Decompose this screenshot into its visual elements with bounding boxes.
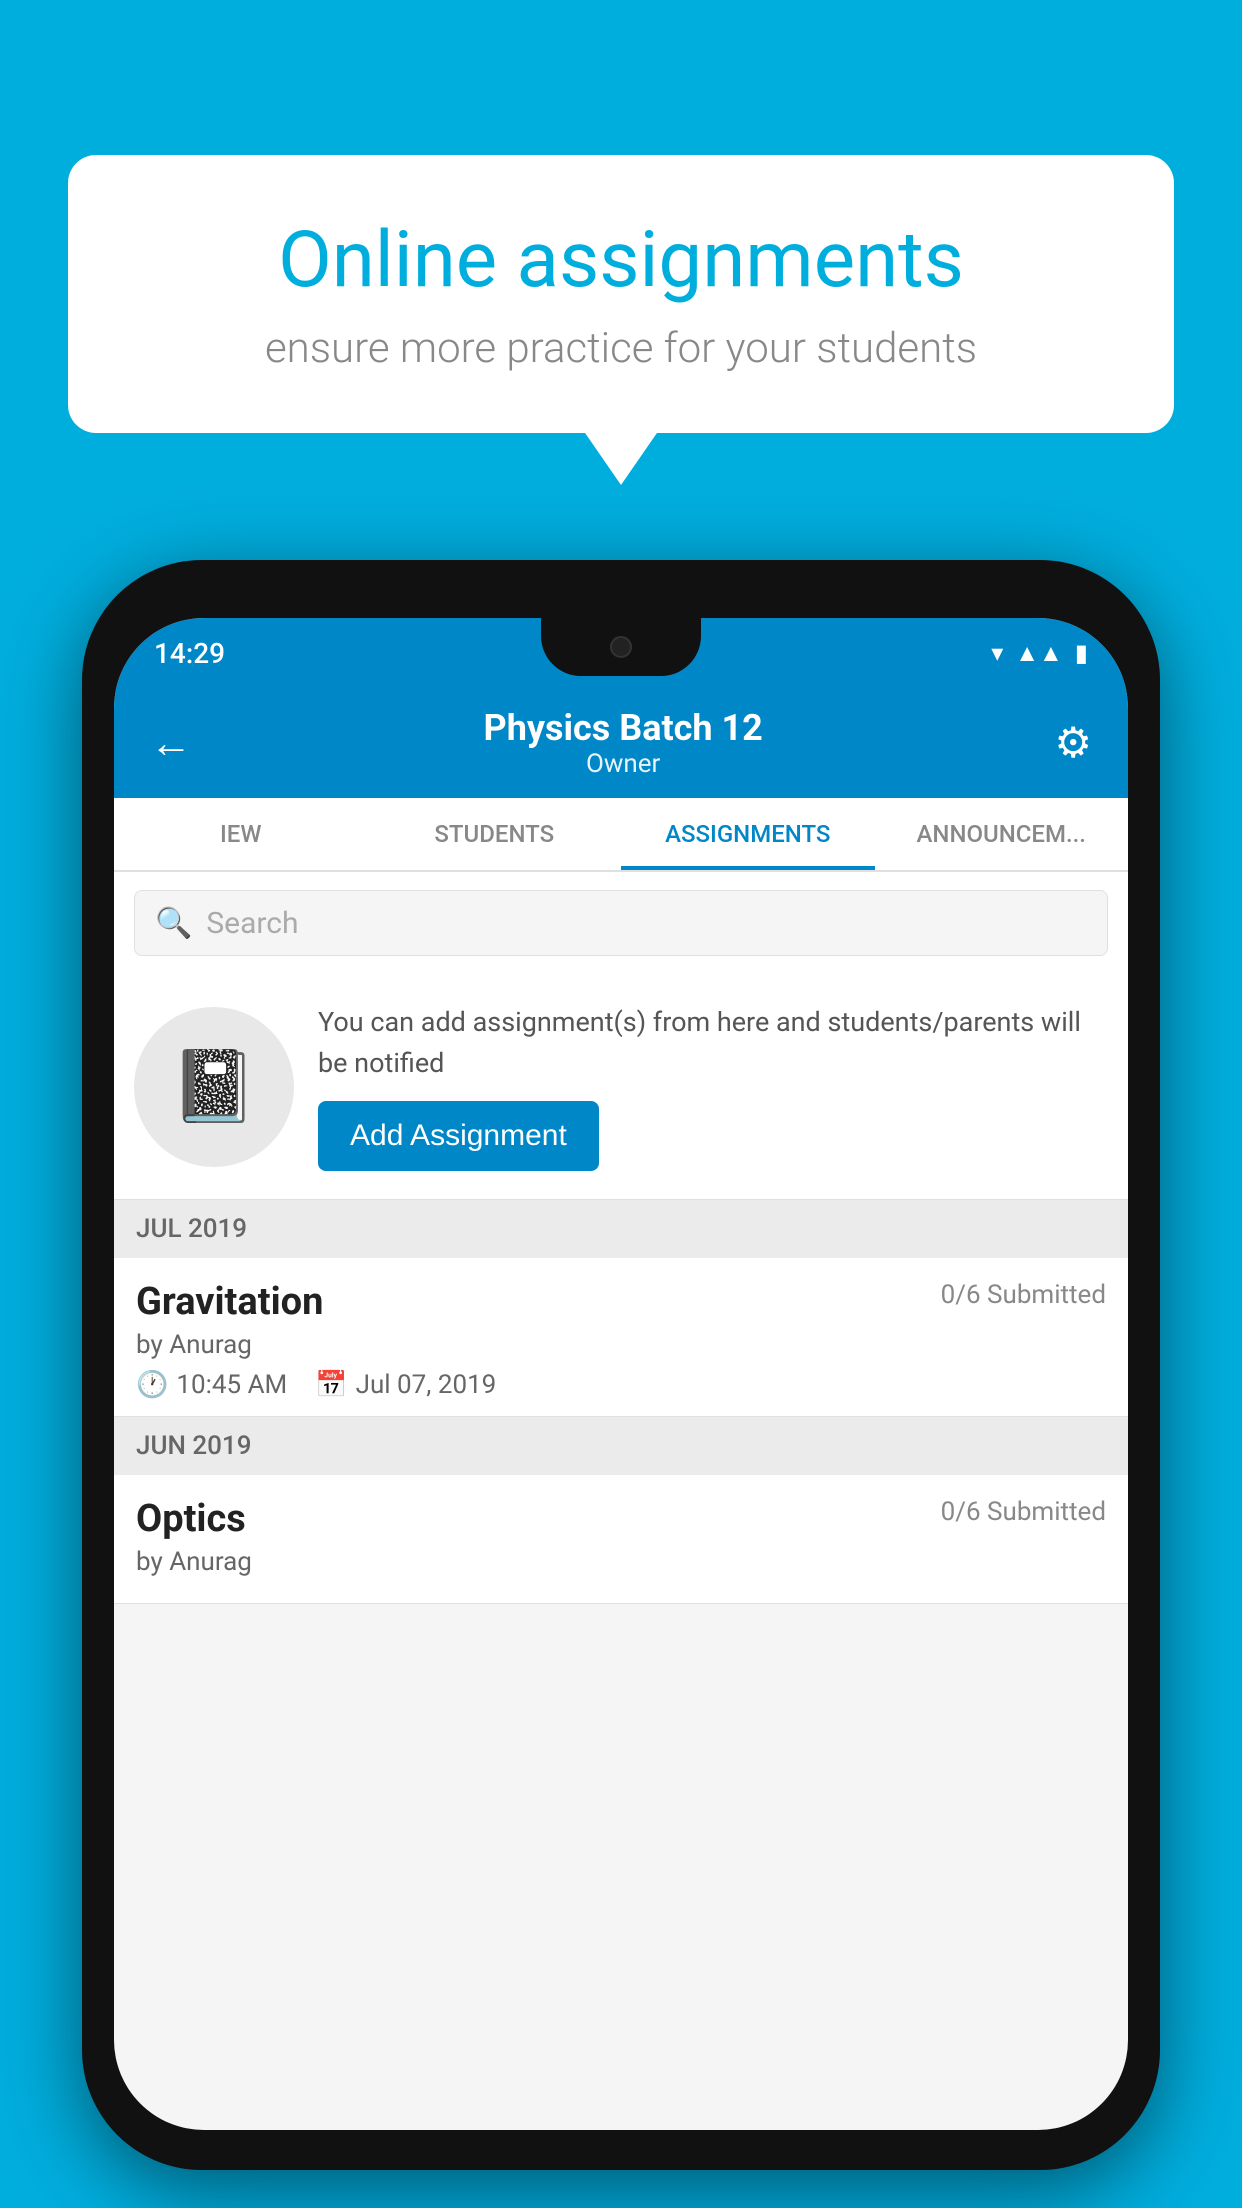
empty-state: 📓 You can add assignment(s) from here an… — [114, 974, 1128, 1200]
empty-state-text: You can add assignment(s) from here and … — [318, 1002, 1108, 1171]
phone-frame: 14:29 ▾ ▲▲ ▮ ← Physics Batch 12 Owner ⚙ … — [82, 560, 1160, 2170]
assignment-gravitation-date: 📅 Jul 07, 2019 — [315, 1370, 496, 1400]
speech-bubble: Online assignments ensure more practice … — [68, 155, 1174, 433]
section-month-jun: JUN 2019 — [136, 1431, 251, 1461]
section-month-jul: JUL 2019 — [136, 1214, 247, 1244]
content-area: 🔍 Search 📓 You can add assignment(s) fro… — [114, 872, 1128, 1604]
phone-notch — [541, 618, 701, 676]
tab-assignments-label: ASSIGNMENTS — [665, 820, 830, 848]
assignment-gravitation-author: by Anurag — [136, 1330, 1106, 1360]
assignment-optics-submitted: 0/6 Submitted — [941, 1497, 1106, 1527]
header-subtitle: Owner — [484, 749, 763, 779]
notebook-icon: 📓 — [170, 1046, 257, 1128]
app-header: ← Physics Batch 12 Owner ⚙ — [114, 688, 1128, 798]
section-header-jul: JUL 2019 — [114, 1200, 1128, 1258]
phone-screen: 14:29 ▾ ▲▲ ▮ ← Physics Batch 12 Owner ⚙ … — [114, 618, 1128, 2130]
header-title: Physics Batch 12 — [484, 707, 763, 749]
empty-state-description: You can add assignment(s) from here and … — [318, 1002, 1108, 1083]
assignment-optics-name: Optics — [136, 1497, 246, 1541]
header-title-group: Physics Batch 12 Owner — [484, 707, 763, 779]
front-camera — [610, 636, 632, 658]
assignment-optics[interactable]: Optics 0/6 Submitted by Anurag — [114, 1475, 1128, 1604]
search-bar[interactable]: 🔍 Search — [134, 890, 1108, 956]
back-button[interactable]: ← — [150, 719, 192, 768]
assignment-gravitation-time: 🕐 10:45 AM — [136, 1370, 287, 1400]
status-time: 14:29 — [154, 637, 225, 670]
tab-announcements[interactable]: ANNOUNCEM... — [875, 798, 1129, 870]
assignment-optics-top: Optics 0/6 Submitted — [136, 1497, 1106, 1541]
search-icon: 🔍 — [155, 906, 192, 941]
battery-icon: ▮ — [1075, 639, 1088, 667]
speech-bubble-title: Online assignments — [148, 215, 1094, 306]
status-icons: ▾ ▲▲ ▮ — [991, 639, 1088, 668]
signal-icon: ▲▲ — [1015, 639, 1063, 668]
calendar-icon: 📅 — [315, 1370, 347, 1400]
search-placeholder: Search — [206, 906, 298, 941]
assignment-gravitation-time-value: 10:45 AM — [176, 1370, 287, 1400]
assignment-gravitation-top: Gravitation 0/6 Submitted — [136, 1280, 1106, 1324]
clock-icon: 🕐 — [136, 1370, 168, 1400]
assignment-optics-author: by Anurag — [136, 1547, 1106, 1577]
tab-students-label: STUDENTS — [434, 820, 554, 848]
speech-bubble-subtitle: ensure more practice for your students — [148, 324, 1094, 373]
assignment-gravitation-date-value: Jul 07, 2019 — [356, 1370, 497, 1400]
assignment-gravitation-name: Gravitation — [136, 1280, 323, 1324]
settings-icon[interactable]: ⚙ — [1054, 718, 1092, 768]
tab-assignments[interactable]: ASSIGNMENTS — [621, 798, 875, 870]
section-header-jun: JUN 2019 — [114, 1417, 1128, 1475]
speech-bubble-container: Online assignments ensure more practice … — [68, 155, 1174, 433]
assignment-gravitation[interactable]: Gravitation 0/6 Submitted by Anurag 🕐 10… — [114, 1258, 1128, 1417]
assignment-gravitation-submitted: 0/6 Submitted — [941, 1280, 1106, 1310]
tab-students[interactable]: STUDENTS — [368, 798, 622, 870]
assignment-gravitation-meta: 🕐 10:45 AM 📅 Jul 07, 2019 — [136, 1370, 1106, 1400]
tab-iew-label: IEW — [220, 820, 261, 848]
wifi-icon: ▾ — [991, 639, 1003, 667]
add-assignment-button[interactable]: Add Assignment — [318, 1101, 599, 1171]
tab-iew[interactable]: IEW — [114, 798, 368, 870]
empty-state-icon-circle: 📓 — [134, 1007, 294, 1167]
tab-bar: IEW STUDENTS ASSIGNMENTS ANNOUNCEM... — [114, 798, 1128, 872]
tab-announcements-label: ANNOUNCEM... — [917, 820, 1086, 848]
